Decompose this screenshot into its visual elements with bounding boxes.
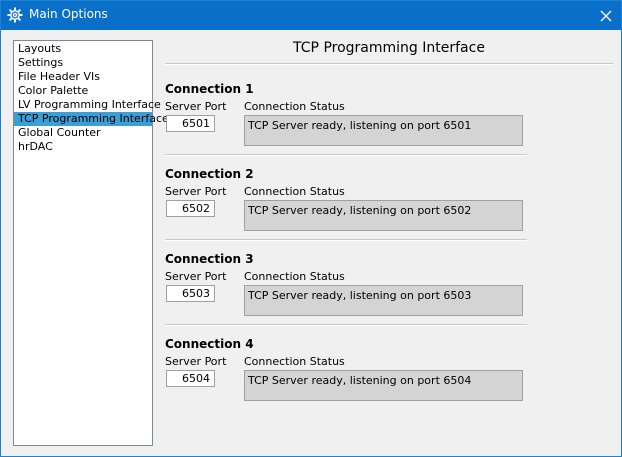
connection-status-display-3: TCP Server ready, listening on port 6503 bbox=[244, 285, 523, 316]
connection-heading: Connection 2 bbox=[165, 167, 254, 181]
sidebar-item-color-palette[interactable]: Color Palette bbox=[14, 84, 152, 98]
connection-1-group: Connection 1 Server Port Connection Stat… bbox=[165, 82, 527, 162]
connection-heading: Connection 4 bbox=[165, 337, 254, 351]
server-port-input-2[interactable]: 6502 bbox=[166, 200, 215, 217]
server-port-label: Server Port bbox=[165, 355, 227, 368]
server-port-input-3[interactable]: 6503 bbox=[166, 285, 215, 302]
main-options-window: Main Options Layouts Settings File Heade… bbox=[0, 0, 622, 457]
server-port-label: Server Port bbox=[165, 270, 227, 283]
connection-status-label: Connection Status bbox=[244, 355, 345, 368]
sidebar-item-hrdac[interactable]: hrDAC bbox=[14, 140, 152, 154]
server-port-label: Server Port bbox=[165, 185, 227, 198]
connection-divider bbox=[165, 239, 527, 241]
sidebar-item-settings[interactable]: Settings bbox=[14, 56, 152, 70]
sidebar-item-file-header-vis[interactable]: File Header VIs bbox=[14, 70, 152, 84]
sidebar-item-tcp-programming-interface[interactable]: TCP Programming Interface bbox=[14, 112, 169, 126]
connection-status-display-4: TCP Server ready, listening on port 6504 bbox=[244, 370, 523, 401]
connection-4-group: Connection 4 Server Port Connection Stat… bbox=[165, 337, 527, 417]
connection-status-label: Connection Status bbox=[244, 185, 345, 198]
server-port-input-4[interactable]: 6504 bbox=[166, 370, 215, 387]
server-port-input-1[interactable]: 6501 bbox=[166, 115, 215, 132]
close-icon bbox=[600, 10, 612, 21]
connection-status-label: Connection Status bbox=[244, 100, 345, 113]
connection-status-display-1: TCP Server ready, listening on port 6501 bbox=[244, 115, 523, 146]
connection-status-display-2: TCP Server ready, listening on port 6502 bbox=[244, 200, 523, 231]
window-title: Main Options bbox=[29, 7, 108, 21]
title-divider bbox=[165, 63, 613, 65]
title-bar[interactable]: Main Options bbox=[1, 1, 621, 30]
connection-2-group: Connection 2 Server Port Connection Stat… bbox=[165, 167, 527, 247]
connection-divider bbox=[165, 324, 527, 326]
options-category-list[interactable]: Layouts Settings File Header VIs Color P… bbox=[13, 40, 169, 446]
connection-heading: Connection 3 bbox=[165, 252, 254, 266]
gear-icon bbox=[7, 7, 23, 23]
connection-divider bbox=[165, 154, 527, 156]
connection-heading: Connection 1 bbox=[165, 82, 254, 96]
sidebar-item-lv-programming-interface[interactable]: LV Programming Interface bbox=[14, 98, 161, 112]
sidebar-item-layouts[interactable]: Layouts bbox=[14, 42, 152, 56]
sidebar-item-global-counter[interactable]: Global Counter bbox=[14, 126, 152, 140]
tcp-settings-panel: TCP Programming Interface Connection 1 S… bbox=[165, 31, 615, 451]
close-button[interactable] bbox=[591, 1, 621, 30]
connection-status-label: Connection Status bbox=[244, 270, 345, 283]
panel-title: TCP Programming Interface bbox=[293, 40, 485, 56]
server-port-label: Server Port bbox=[165, 100, 227, 113]
connection-3-group: Connection 3 Server Port Connection Stat… bbox=[165, 252, 527, 332]
